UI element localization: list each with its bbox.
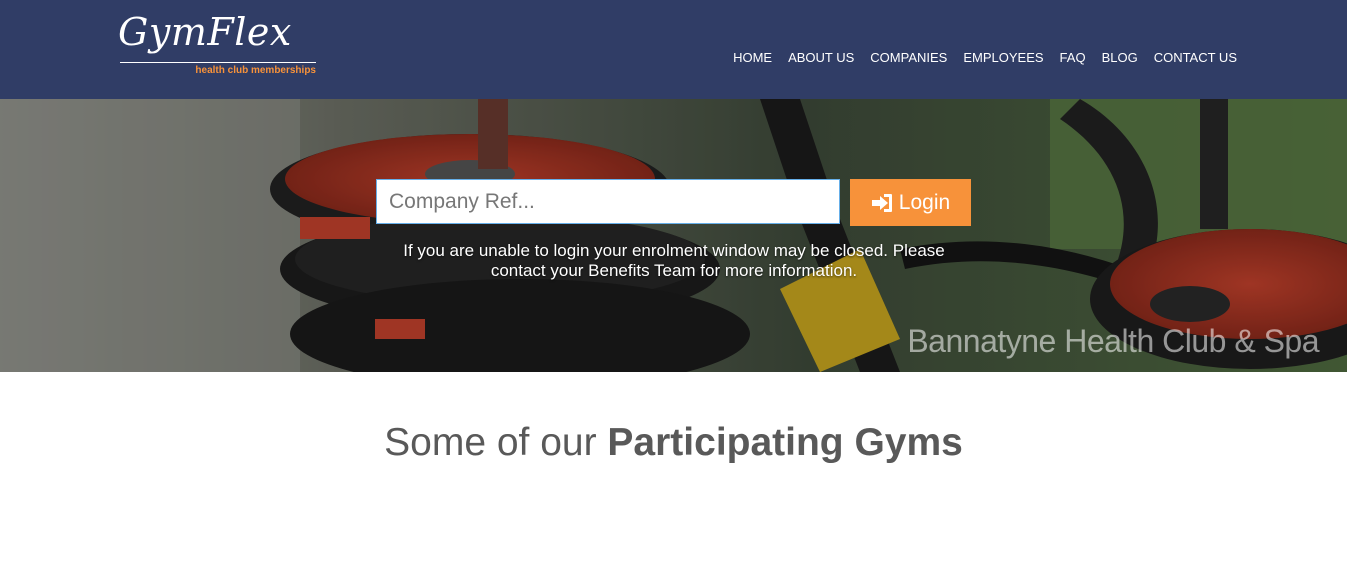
heading-prefix: Some of our: [384, 421, 608, 464]
heading-emphasis: Participating Gyms: [607, 421, 963, 464]
login-button-label: Login: [898, 190, 951, 214]
hero-banner: Login If you are unable to login your en…: [0, 99, 1347, 372]
logo-underline: [120, 62, 316, 63]
login-form: Login: [376, 179, 971, 226]
nav-item-employees[interactable]: EMPLOYEES: [963, 50, 1043, 66]
logo-tagline: health club memberships: [195, 65, 316, 76]
sign-in-icon: [871, 193, 892, 212]
logo-wordmark: GymFlex: [118, 10, 292, 54]
site-header: GymFlex health club memberships HOME ABO…: [0, 0, 1347, 99]
nav-item-home[interactable]: HOME: [733, 50, 772, 66]
login-notice-text: If you are unable to login your enrolmen…: [403, 241, 945, 280]
nav-item-companies[interactable]: COMPANIES: [870, 50, 947, 66]
nav-item-faq[interactable]: FAQ: [1060, 50, 1086, 66]
nav-item-contact-us[interactable]: CONTACT US: [1154, 50, 1237, 66]
company-ref-input[interactable]: [376, 179, 840, 224]
hero-photo-caption: Bannatyne Health Club & Spa: [907, 323, 1319, 359]
gymflex-logo[interactable]: GymFlex health club memberships: [118, 10, 322, 80]
login-button[interactable]: Login: [850, 179, 971, 226]
participating-gyms-heading: Some of our Participating Gyms: [0, 420, 1347, 466]
nav-item-about-us[interactable]: ABOUT US: [788, 50, 854, 66]
nav-item-blog[interactable]: BLOG: [1102, 50, 1138, 66]
main-nav: HOME ABOUT US COMPANIES EMPLOYEES FAQ BL…: [733, 50, 1237, 66]
